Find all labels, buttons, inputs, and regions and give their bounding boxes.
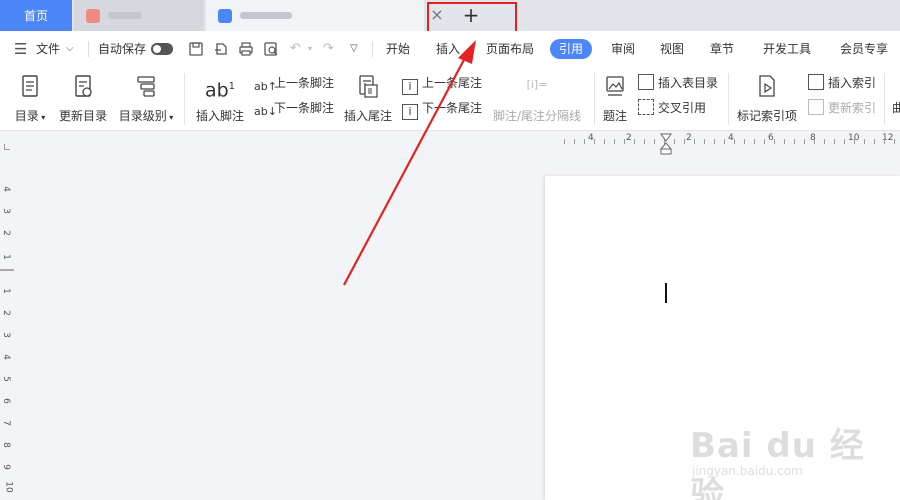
- annotation-arrow: [343, 40, 476, 286]
